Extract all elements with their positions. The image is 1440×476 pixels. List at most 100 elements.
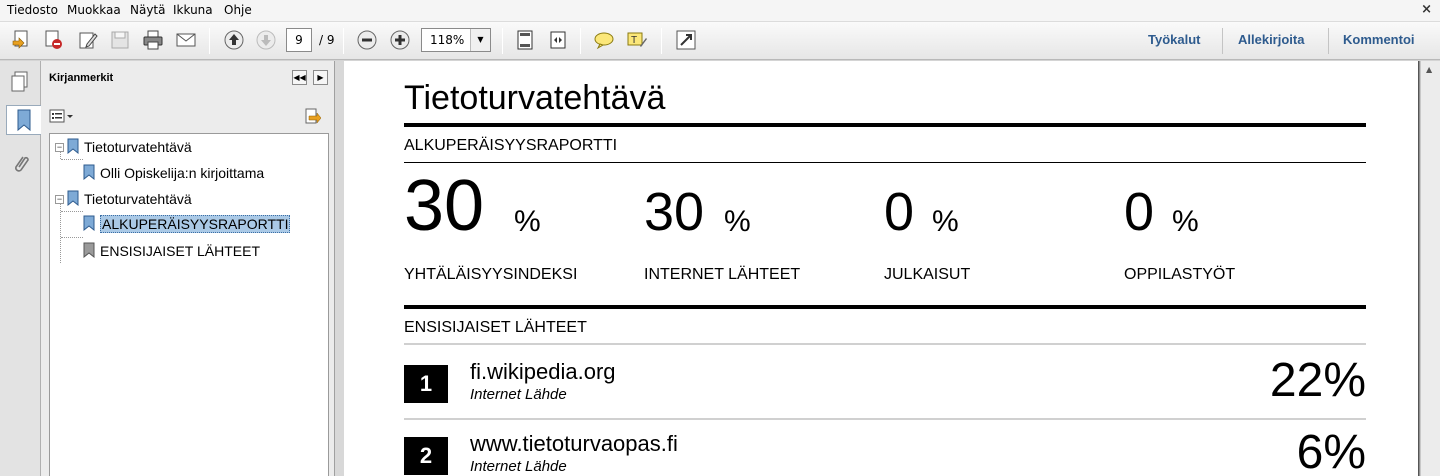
source-type: Internet Lähde <box>470 386 567 403</box>
bookmark-label: Olli Opiskelija:n kirjoittama <box>100 165 265 181</box>
toolbar-separator <box>1222 28 1223 54</box>
navigation-strip <box>0 61 41 476</box>
stat-value: 30 <box>404 166 485 246</box>
bookmarks-panel: Kirjanmerkit ◀◀ ▶ − Tietoturvatehtävä Ol… <box>41 61 335 476</box>
sign-link[interactable]: Allekirjoita <box>1238 32 1304 47</box>
bookmark-item[interactable]: − Tietoturvatehtävä <box>55 136 192 158</box>
toolbar-separator <box>580 28 581 54</box>
source-row: 1 fi.wikipedia.org Internet Lähde 22% <box>404 353 1366 413</box>
source-type: Internet Lähde <box>470 458 567 475</box>
svg-text:T: T <box>631 35 637 46</box>
create-pdf-icon[interactable] <box>8 27 34 53</box>
menu-file[interactable]: Tiedosto <box>7 3 58 17</box>
zoom-value: 118% <box>430 33 465 47</box>
bookmark-item-selected[interactable]: ALKUPERÄISYYSRAPORTTI <box>83 213 291 235</box>
divider <box>404 418 1366 420</box>
divider <box>404 123 1366 127</box>
toolbar: 9 / 9 118% ▼ T Työkalut Allekirjoita Kom… <box>0 22 1440 60</box>
toolbar-separator <box>502 28 503 54</box>
prev-page-icon[interactable] <box>221 27 247 53</box>
bookmark-icon <box>83 164 95 183</box>
bookmark-icon <box>67 138 79 157</box>
chevron-down-icon[interactable]: ▼ <box>470 29 490 51</box>
source-share: 22% <box>1269 354 1366 407</box>
stat-label: JULKAISUT <box>884 266 971 283</box>
menu-window[interactable]: Ikkuna <box>173 3 213 17</box>
email-icon[interactable] <box>173 27 199 53</box>
source-name: www.tietoturvaopas.fi <box>470 431 678 456</box>
bookmark-item[interactable]: ENSISIJAISET LÄHTEET <box>83 240 260 262</box>
panel-next-icon[interactable]: ▶ <box>313 70 328 85</box>
bookmark-label: Tietoturvatehtävä <box>84 139 192 155</box>
panel-splitter[interactable] <box>335 61 344 476</box>
panel-title: Kirjanmerkit <box>49 72 114 84</box>
close-document-icon[interactable]: × <box>1421 2 1432 17</box>
comment-icon[interactable] <box>591 27 617 53</box>
page-number-input[interactable]: 9 <box>286 28 312 52</box>
source-row: 2 www.tietoturvaopas.fi Internet Lähde 6… <box>404 425 1366 476</box>
export-pdf-icon[interactable] <box>40 27 66 53</box>
fit-width-icon[interactable] <box>545 27 571 53</box>
tools-link[interactable]: Työkalut <box>1148 32 1201 47</box>
collapse-toggle-icon[interactable]: − <box>55 142 64 152</box>
tree-line <box>61 159 83 160</box>
report-heading: ALKUPERÄISYYSRAPORTTI <box>404 137 618 154</box>
attachments-icon[interactable] <box>6 149 34 179</box>
print-icon[interactable] <box>140 27 166 53</box>
next-page-icon[interactable] <box>253 27 279 53</box>
toolbar-separator <box>209 28 210 54</box>
bookmark-icon <box>83 242 95 261</box>
source-rank: 1 <box>404 365 448 403</box>
sources-heading: ENSISIJAISET LÄHTEET <box>404 319 587 336</box>
bookmark-label: ENSISIJAISET LÄHTEET <box>100 243 261 259</box>
document-area: Tietoturvatehtävä ALKUPERÄISYYSRAPORTTI … <box>344 61 1440 476</box>
stat-unit: % <box>724 205 751 238</box>
bookmark-tree: − Tietoturvatehtävä Olli Opiskelija:n ki… <box>49 133 329 476</box>
toolbar-separator <box>343 28 344 54</box>
source-rank: 2 <box>404 437 448 475</box>
zoom-in-icon[interactable] <box>387 27 413 53</box>
tree-line <box>61 211 83 212</box>
toolbar-separator <box>1328 28 1329 54</box>
tree-line <box>61 237 83 238</box>
fit-page-icon[interactable] <box>512 27 538 53</box>
scroll-up-icon[interactable]: ▲ <box>1426 65 1432 74</box>
comment-link[interactable]: Kommentoi <box>1343 32 1415 47</box>
divider <box>404 162 1366 163</box>
collapse-panel-icon[interactable]: ◀◀ <box>292 70 307 85</box>
stat-label: INTERNET LÄHTEET <box>644 266 801 283</box>
highlight-icon[interactable]: T <box>624 27 650 53</box>
page-thumbnails-icon[interactable] <box>6 67 34 97</box>
stat-value: 30 <box>644 182 705 242</box>
options-menu-icon[interactable] <box>49 109 75 125</box>
expand-bookmark-icon[interactable] <box>303 107 322 128</box>
bookmark-item[interactable]: − Tietoturvatehtävä <box>55 188 192 210</box>
zoom-select[interactable]: 118% ▼ <box>421 28 491 52</box>
bookmark-label: ALKUPERÄISYYSRAPORTTI <box>100 215 291 233</box>
edit-icon[interactable] <box>75 27 101 53</box>
stat-unit: % <box>514 205 541 238</box>
divider <box>404 343 1366 345</box>
collapse-toggle-icon[interactable]: − <box>55 194 64 204</box>
bookmark-label: Tietoturvatehtävä <box>84 191 192 207</box>
bookmarks-icon[interactable] <box>6 105 41 135</box>
menu-bar: Tiedosto Muokkaa Näytä Ikkuna Ohje × <box>0 0 1440 22</box>
save-icon[interactable] <box>107 27 133 53</box>
bookmark-icon <box>83 215 95 234</box>
zoom-out-icon[interactable] <box>354 27 380 53</box>
source-share: 6% <box>1296 426 1366 476</box>
menu-help[interactable]: Ohje <box>224 3 252 17</box>
toolbar-separator <box>661 28 662 54</box>
document-page: Tietoturvatehtävä ALKUPERÄISYYSRAPORTTI … <box>344 61 1419 476</box>
source-name: fi.wikipedia.org <box>470 359 616 384</box>
stat-unit: % <box>1172 205 1199 238</box>
page-total: / 9 <box>319 33 335 47</box>
fullscreen-icon[interactable] <box>673 27 699 53</box>
menu-edit[interactable]: Muokkaa <box>67 3 121 17</box>
stat-label: YHTÄLÄISYYSINDEKSI <box>404 266 578 283</box>
bookmark-item[interactable]: Olli Opiskelija:n kirjoittama <box>83 162 264 184</box>
stat-unit: % <box>932 205 959 238</box>
document-title: Tietoturvatehtävä <box>404 79 666 117</box>
menu-view[interactable]: Näytä <box>130 3 166 17</box>
vertical-scrollbar[interactable]: ▲ <box>1420 61 1440 476</box>
